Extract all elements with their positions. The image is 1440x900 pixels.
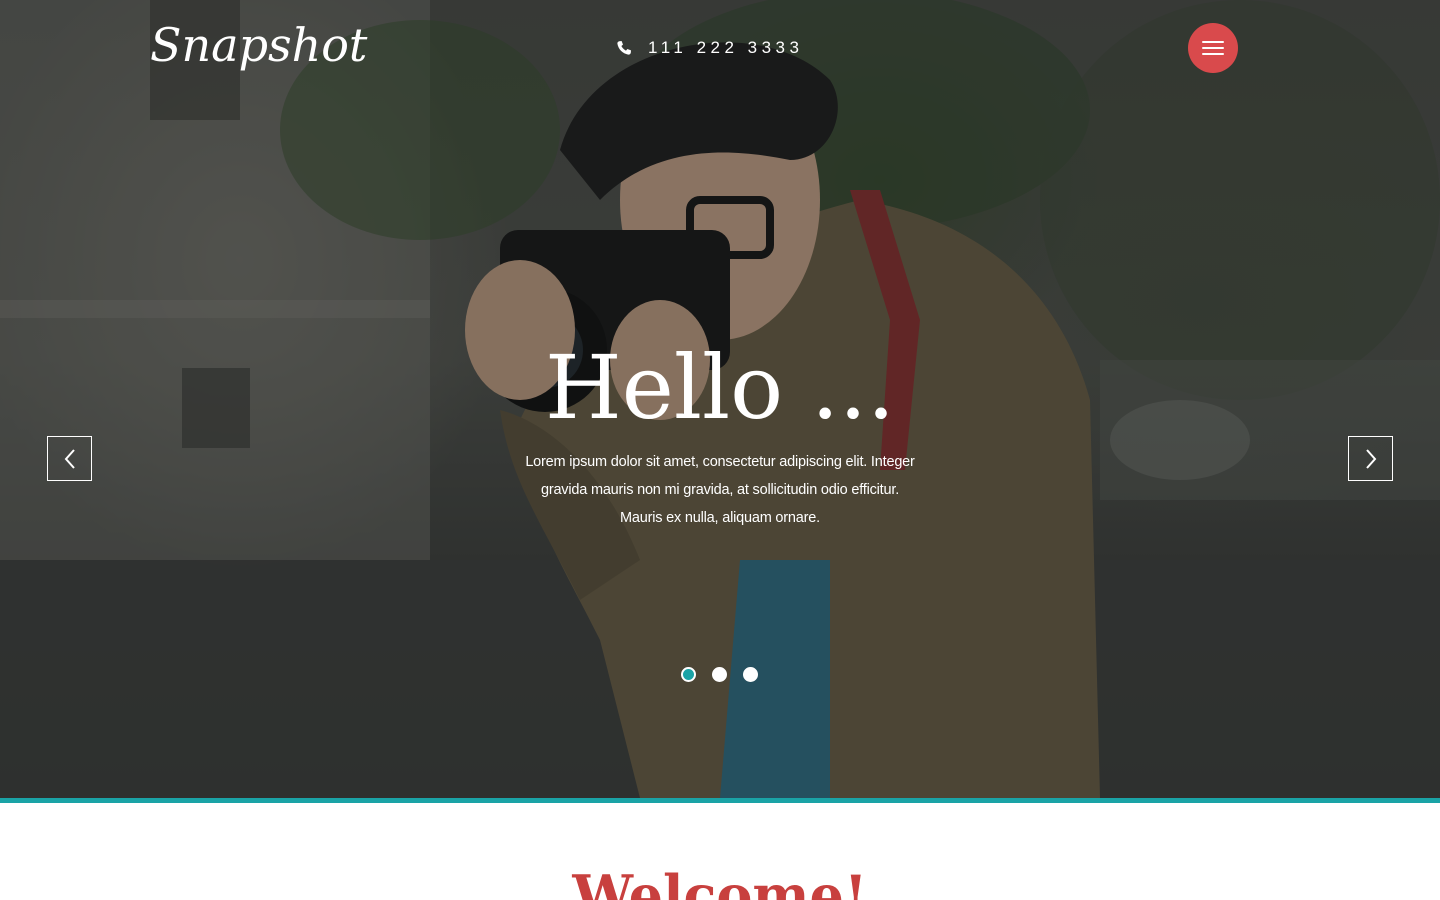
menu-button[interactable] [1188, 23, 1238, 73]
site-logo[interactable]: Snapshot [150, 18, 367, 72]
slider-dot-3[interactable] [743, 667, 758, 682]
slider-dot-1[interactable] [681, 667, 696, 682]
hero-description: Lorem ipsum dolor sit amet, consectetur … [525, 454, 915, 526]
chevron-right-icon [1365, 448, 1376, 469]
hero-slider: Snapshot 111 222 3333 Hello ... Lorem ip… [0, 0, 1440, 798]
accent-divider [0, 798, 1440, 803]
slider-pagination [681, 667, 758, 682]
phone-number: 111 222 3333 [648, 38, 804, 57]
slider-next-button[interactable] [1348, 436, 1393, 481]
phone-icon [617, 41, 631, 55]
welcome-heading: Welcome! [572, 863, 868, 900]
hamburger-icon [1202, 41, 1224, 43]
hero-title: Hello ... [545, 336, 895, 439]
chevron-left-icon [64, 448, 75, 469]
header-phone[interactable]: 111 222 3333 [616, 36, 803, 60]
slider-prev-button[interactable] [47, 436, 92, 481]
slider-dot-2[interactable] [712, 667, 727, 682]
